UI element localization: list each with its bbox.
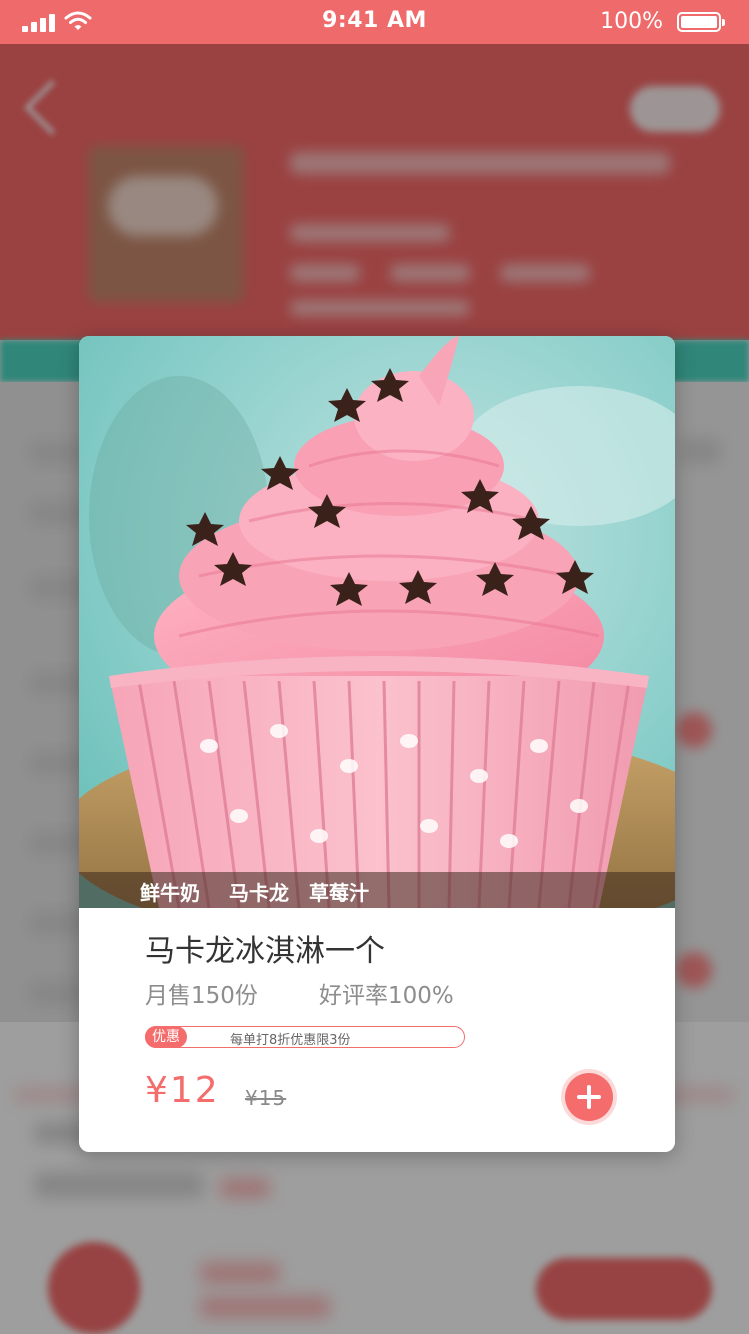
ingredient-tags: 鲜牛奶 马卡龙 草莓汁 [79,872,675,908]
ingredient-tag: 草莓汁 [309,881,369,905]
current-price: ¥12 [145,1070,220,1111]
promo-banner: 优惠 每单打8折优惠限3份 [145,1026,465,1048]
product-card: 鲜牛奶 马卡龙 草莓汁 马卡龙冰淇淋一个 月售150份 好评率100% 优惠 每… [79,336,675,1152]
positive-rating: 好评率100% [319,983,454,1009]
add-to-cart-button[interactable] [565,1073,613,1121]
promo-text: 每单打8折优惠限3份 [230,1033,351,1048]
product-name: 马卡龙冰淇淋一个 [145,934,385,969]
product-photo [79,336,675,908]
ingredient-tag: 马卡龙 [229,881,289,905]
promo-badge: 优惠 [145,1026,187,1048]
status-bar: 9:41 AM 100% [0,0,749,44]
ingredient-tag: 鲜牛奶 [140,881,200,905]
monthly-sales: 月售150份 [145,983,258,1009]
battery-fill [681,16,717,28]
original-price: ¥15 [245,1086,287,1110]
battery-percentage: 100% [600,9,663,34]
battery-icon [677,12,725,32]
